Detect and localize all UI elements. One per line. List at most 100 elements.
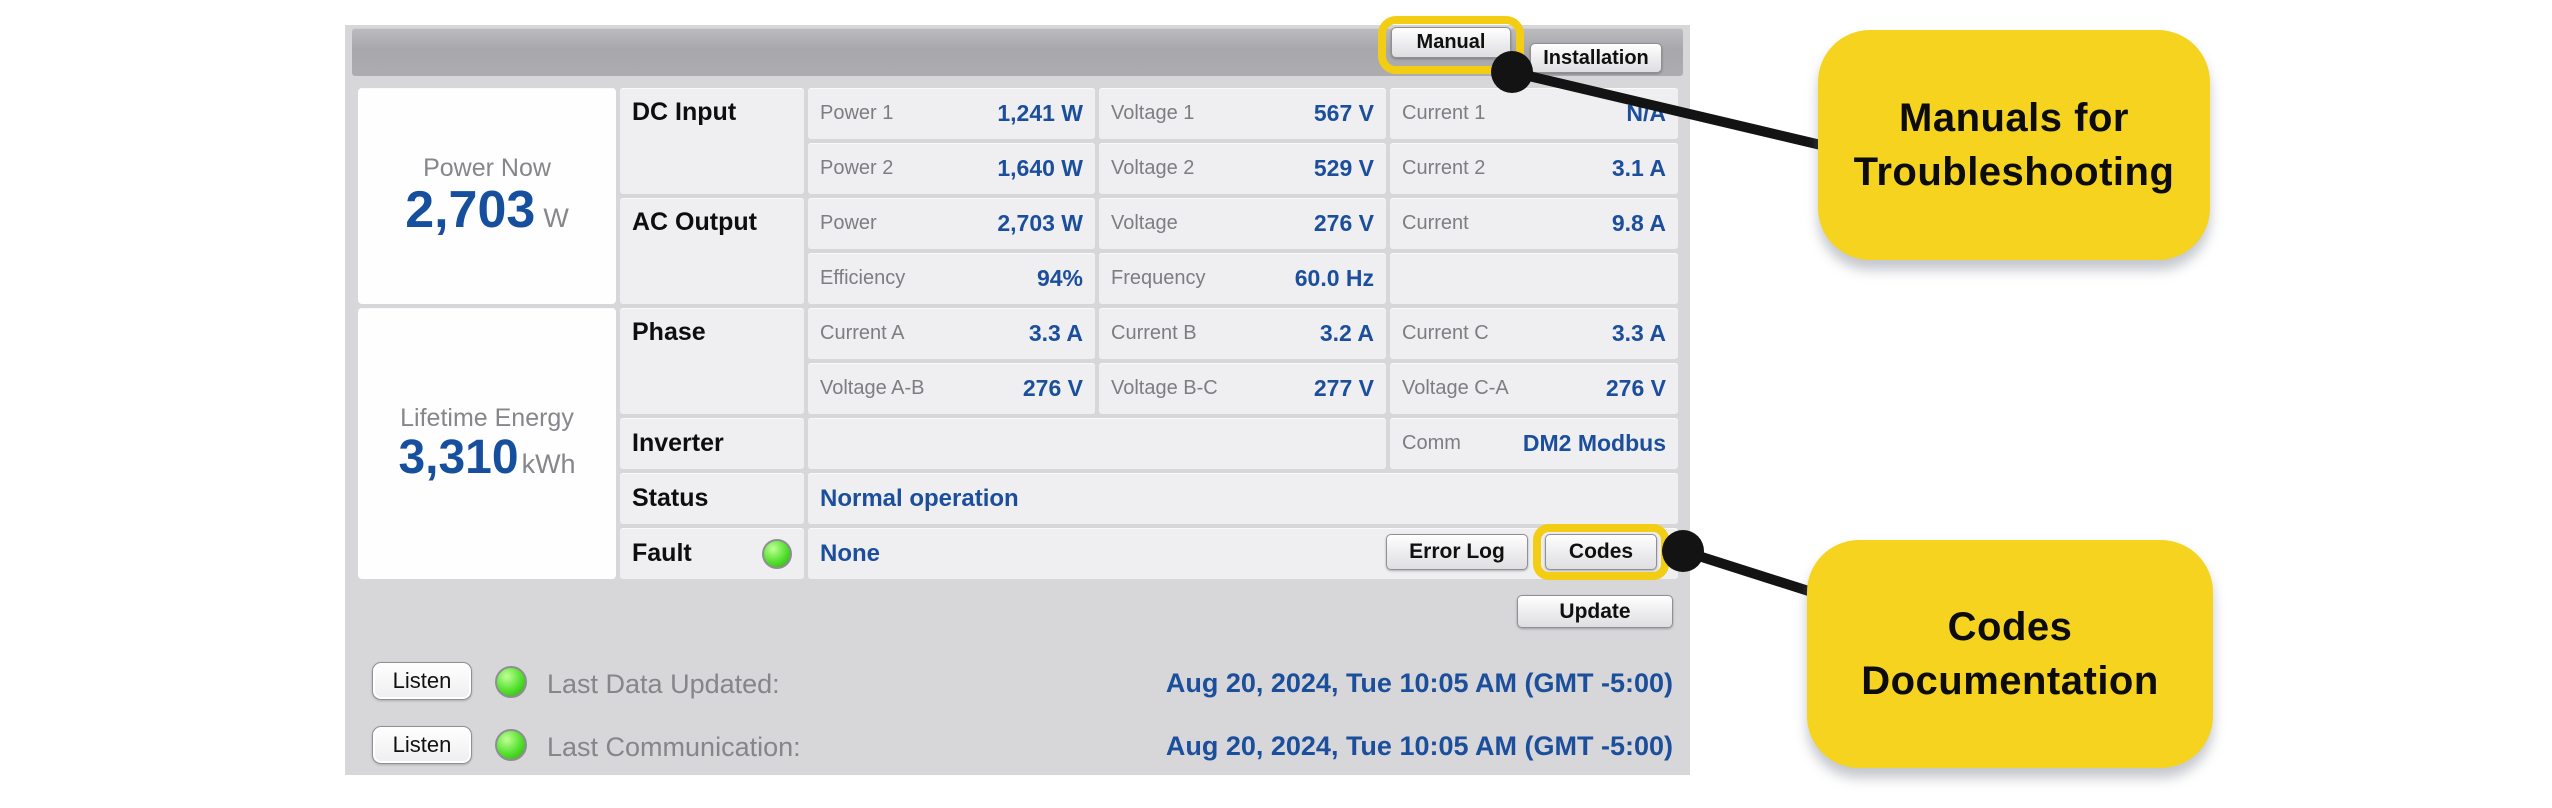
metric-value: 3.1 A bbox=[1611, 155, 1666, 181]
metric-value: 277 V bbox=[1313, 375, 1374, 401]
power-now-number: 2,703 bbox=[405, 181, 536, 240]
metric-label: Frequency bbox=[1111, 267, 1206, 289]
error-log-button[interactable]: Error Log bbox=[1386, 534, 1528, 570]
metric-label: Voltage C-A bbox=[1402, 377, 1509, 399]
metric-cell: Voltage C-A 276 V bbox=[1390, 363, 1678, 414]
section-status: Status bbox=[620, 473, 804, 524]
power-now-unit: W bbox=[543, 203, 569, 234]
manual-callout: Manuals for Troubleshooting bbox=[1818, 30, 2210, 260]
fault-status-led-icon bbox=[762, 538, 792, 569]
metric-cell: Power 2,703 W bbox=[808, 198, 1095, 249]
metric-cell: Power 2 1,640 W bbox=[808, 143, 1095, 194]
last-data-led-icon bbox=[495, 666, 527, 698]
codes-highlight-ring bbox=[1533, 524, 1669, 580]
metric-value: 9.8 A bbox=[1611, 210, 1666, 236]
empty-cell bbox=[1390, 253, 1678, 304]
section-ac-output: AC Output bbox=[620, 198, 804, 304]
codes-connector-line bbox=[1678, 546, 1823, 599]
power-now-card: Power Now 2,703 W bbox=[358, 88, 616, 304]
section-dc-input: DC Input bbox=[620, 88, 804, 194]
section-fault: Fault bbox=[620, 528, 804, 579]
metric-cell: Current 1 N/A bbox=[1390, 88, 1678, 139]
comm-label: Comm bbox=[1402, 432, 1461, 454]
metric-cell: Voltage B-C 277 V bbox=[1099, 363, 1386, 414]
metric-value: 2,703 W bbox=[997, 210, 1083, 236]
metric-label: Voltage B-C bbox=[1111, 377, 1218, 399]
installation-button[interactable]: Installation bbox=[1530, 43, 1662, 73]
lifetime-energy-label: Lifetime Energy bbox=[400, 403, 574, 432]
lifetime-energy-number: 3,310 bbox=[398, 430, 519, 484]
metric-value: 3.3 A bbox=[1028, 320, 1083, 346]
lifetime-energy-card: Lifetime Energy 3,310 kWh bbox=[358, 308, 616, 579]
metric-cell: Current B 3.2 A bbox=[1099, 308, 1386, 359]
metric-label: Power 1 bbox=[820, 102, 894, 124]
metric-cell: Current 9.8 A bbox=[1390, 198, 1678, 249]
manual-highlight-ring bbox=[1378, 16, 1524, 74]
metric-value: 3.3 A bbox=[1611, 320, 1666, 346]
metric-cell: Current C 3.3 A bbox=[1390, 308, 1678, 359]
metric-value: 94% bbox=[1036, 265, 1083, 291]
status-value: Normal operation bbox=[820, 484, 1019, 512]
section-inverter: Inverter bbox=[620, 418, 804, 469]
metric-value: 1,241 W bbox=[997, 100, 1083, 126]
metric-cell: Current A 3.3 A bbox=[808, 308, 1095, 359]
status-value-cell: Normal operation bbox=[808, 473, 1678, 524]
section-phase: Phase bbox=[620, 308, 804, 414]
power-now-label: Power Now bbox=[423, 154, 551, 183]
metric-value: 567 V bbox=[1313, 100, 1374, 126]
codes-callout: Codes Documentation bbox=[1807, 540, 2213, 768]
metric-value: 1,640 W bbox=[997, 155, 1083, 181]
last-comm-label: Last Communication: bbox=[547, 732, 801, 762]
inverter-monitor-page: Power Now 2,703 W Lifetime Energy 3,310 … bbox=[0, 0, 2552, 808]
listen-button-data[interactable]: Listen bbox=[372, 662, 472, 700]
metric-value: 276 V bbox=[1022, 375, 1083, 401]
power-now-value: 2,703 W bbox=[405, 183, 569, 238]
fault-value: None bbox=[820, 539, 880, 567]
manual-callout-line1: Manuals for bbox=[1899, 96, 2129, 140]
metric-label: Current B bbox=[1111, 322, 1197, 344]
metric-cell: Power 1 1,241 W bbox=[808, 88, 1095, 139]
last-comm-value: Aug 20, 2024, Tue 10:05 AM (GMT -5:00) bbox=[1165, 731, 1673, 761]
metric-label: Voltage bbox=[1111, 212, 1178, 234]
metric-label: Voltage 2 bbox=[1111, 157, 1195, 179]
comm-cell: Comm DM2 Modbus bbox=[1390, 418, 1678, 469]
metric-label: Current C bbox=[1402, 322, 1489, 344]
metric-cell: Voltage 2 529 V bbox=[1099, 143, 1386, 194]
metric-value: 276 V bbox=[1313, 210, 1374, 236]
codes-callout-line2: Documentation bbox=[1861, 659, 2159, 703]
metric-label: Current 1 bbox=[1402, 102, 1486, 124]
metric-cell: Voltage 1 567 V bbox=[1099, 88, 1386, 139]
inverter-panel: Power Now 2,703 W Lifetime Energy 3,310 … bbox=[345, 16, 1690, 775]
metric-label: Voltage 1 bbox=[1111, 102, 1195, 124]
metric-value: N/A bbox=[1626, 100, 1666, 126]
metric-value: 3.2 A bbox=[1319, 320, 1374, 346]
metric-label: Power bbox=[820, 212, 877, 234]
codes-callout-line1: Codes bbox=[1947, 605, 2073, 649]
metric-cell: Efficiency 94% bbox=[808, 253, 1095, 304]
listen-button-comm[interactable]: Listen bbox=[372, 726, 472, 764]
last-data-label: Last Data Updated: bbox=[547, 669, 780, 699]
readings-table: Power Now 2,703 W Lifetime Energy 3,310 … bbox=[358, 88, 1678, 580]
metric-label: Current 2 bbox=[1402, 157, 1486, 179]
metric-label: Current bbox=[1402, 212, 1469, 234]
inverter-empty-cell bbox=[808, 418, 1386, 469]
metric-value: 60.0 Hz bbox=[1294, 265, 1374, 291]
comm-value: DM2 Modbus bbox=[1522, 430, 1666, 456]
update-button[interactable]: Update bbox=[1517, 595, 1673, 628]
metric-label: Power 2 bbox=[820, 157, 894, 179]
last-data-value: Aug 20, 2024, Tue 10:05 AM (GMT -5:00) bbox=[1165, 668, 1673, 698]
metric-label: Current A bbox=[820, 322, 905, 344]
metric-value: 529 V bbox=[1313, 155, 1374, 181]
metric-label: Efficiency bbox=[820, 267, 906, 289]
metric-cell: Voltage 276 V bbox=[1099, 198, 1386, 249]
lifetime-energy-value: 3,310 kWh bbox=[398, 430, 576, 484]
metric-label: Voltage A-B bbox=[820, 377, 925, 399]
fault-value-cell: None Error Log Codes bbox=[808, 524, 1678, 580]
metric-value: 276 V bbox=[1605, 375, 1666, 401]
metric-cell: Frequency 60.0 Hz bbox=[1099, 253, 1386, 304]
fault-label: Fault bbox=[632, 539, 692, 567]
metric-cell: Current 2 3.1 A bbox=[1390, 143, 1678, 194]
lifetime-energy-unit: kWh bbox=[521, 448, 576, 479]
manual-callout-line2: Troubleshooting bbox=[1853, 150, 2175, 194]
metric-cell: Voltage A-B 276 V bbox=[808, 363, 1095, 414]
